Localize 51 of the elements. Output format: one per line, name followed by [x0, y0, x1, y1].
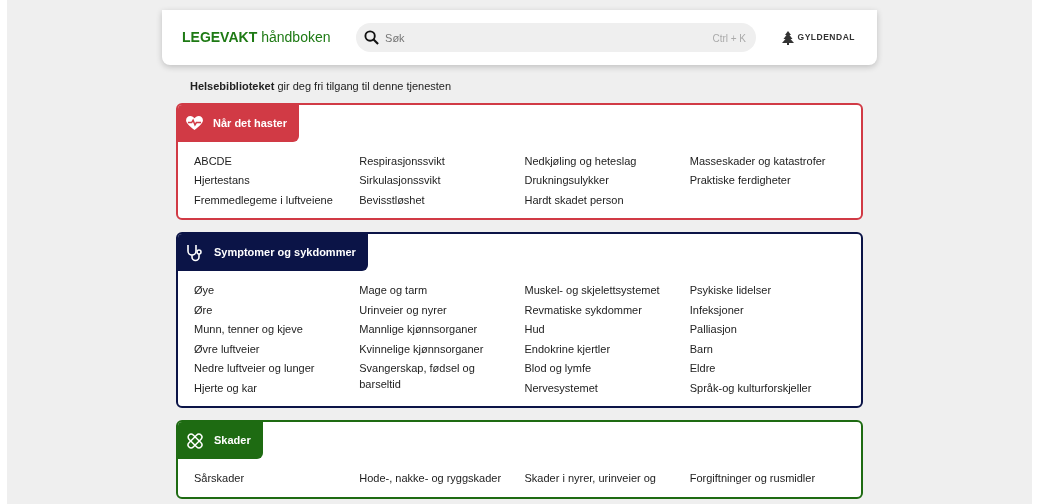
topic-link[interactable]: Skader i nyrer, urinveier og: [524, 471, 656, 487]
topic-link[interactable]: Bevisstløshet: [359, 192, 425, 208]
topic-link[interactable]: Hardt skadet person: [524, 192, 624, 208]
topic-link[interactable]: Øre: [194, 302, 213, 318]
topic-link[interactable]: Forgiftninger og rusmidler: [689, 471, 816, 487]
topic-link[interactable]: ABCDE: [194, 153, 232, 169]
topic-link[interactable]: Psykiske lidelser: [689, 283, 772, 299]
topic-link[interactable]: Urinveier og nyrer: [359, 302, 447, 318]
topic-link[interactable]: Eldre: [689, 361, 716, 377]
topic-link[interactable]: Hjerte og kar: [194, 380, 257, 396]
topic-link[interactable]: Infeksjoner: [689, 302, 744, 318]
heart-pulse-icon: [186, 115, 203, 131]
topic-link[interactable]: Sirkulasjonssvikt: [359, 173, 441, 189]
shortcut-hint: Ctrl + K: [712, 32, 747, 46]
topic-link[interactable]: Mannlige kjønnsorganer: [359, 322, 478, 338]
topic-link[interactable]: Masseskader og katastrofer: [689, 153, 826, 169]
logo-subtitle[interactable]: håndboken: [261, 27, 331, 48]
topic-link[interactable]: Hud: [524, 322, 545, 338]
logo-text[interactable]: LEGEVAKT: [182, 27, 258, 48]
topic-link[interactable]: Nedkjøling og heteslag: [524, 153, 637, 169]
topic-link[interactable]: Blod og lymfe: [524, 361, 592, 377]
section-title: Skader: [214, 433, 251, 449]
topic-link[interactable]: Respirasjonssvikt: [359, 153, 445, 169]
topic-link[interactable]: Munn, tenner og kjeve: [194, 322, 303, 338]
topic-link[interactable]: Fremmedlegeme i luftveiene: [194, 192, 333, 208]
topic-link[interactable]: Øye: [194, 283, 215, 299]
topic-link[interactable]: Sårskader: [194, 471, 245, 487]
topic-link[interactable]: Praktiske ferdigheter: [689, 173, 791, 189]
publisher-name[interactable]: GYLDENDAL: [797, 31, 855, 44]
section-title: Symptomer og sykdommer: [214, 245, 356, 261]
search-icon: [364, 30, 380, 45]
topic-link[interactable]: Palliasjon: [689, 322, 737, 338]
topic-link[interactable]: Svangerskap, fødsel og barseltid: [359, 361, 515, 392]
bandage-icon: [186, 431, 204, 450]
topic-link[interactable]: Barn: [689, 341, 713, 357]
tree-icon: [781, 30, 794, 45]
topic-link[interactable]: Hode-, nakke- og ryggskader: [359, 471, 502, 487]
topic-link[interactable]: Språk-og kulturforskjeller: [689, 380, 812, 396]
stethoscope-icon: [186, 243, 204, 262]
topic-link[interactable]: Drukningsulykker: [524, 173, 609, 189]
topic-link[interactable]: Øvre luftveier: [194, 341, 260, 357]
topic-link[interactable]: Revmatiske sykdommer: [524, 302, 642, 318]
topic-link[interactable]: Hjertestans: [194, 173, 250, 189]
topic-link[interactable]: Muskel- og skjelettsystemet: [524, 283, 660, 299]
topic-link[interactable]: Endokrine kjertler: [524, 341, 611, 357]
topic-link[interactable]: Nedre luftveier og lunger: [194, 361, 315, 377]
topic-link[interactable]: Mage og tarm: [359, 283, 428, 299]
section-title: Når det haster: [213, 115, 287, 131]
access-notice: Helsebiblioteket gir deg fri tilgang til denne tjenesten: [190, 79, 453, 94]
topic-link[interactable]: Nervesystemet: [524, 380, 598, 396]
topic-link[interactable]: Kvinnelige kjønnsorganer: [359, 341, 484, 357]
